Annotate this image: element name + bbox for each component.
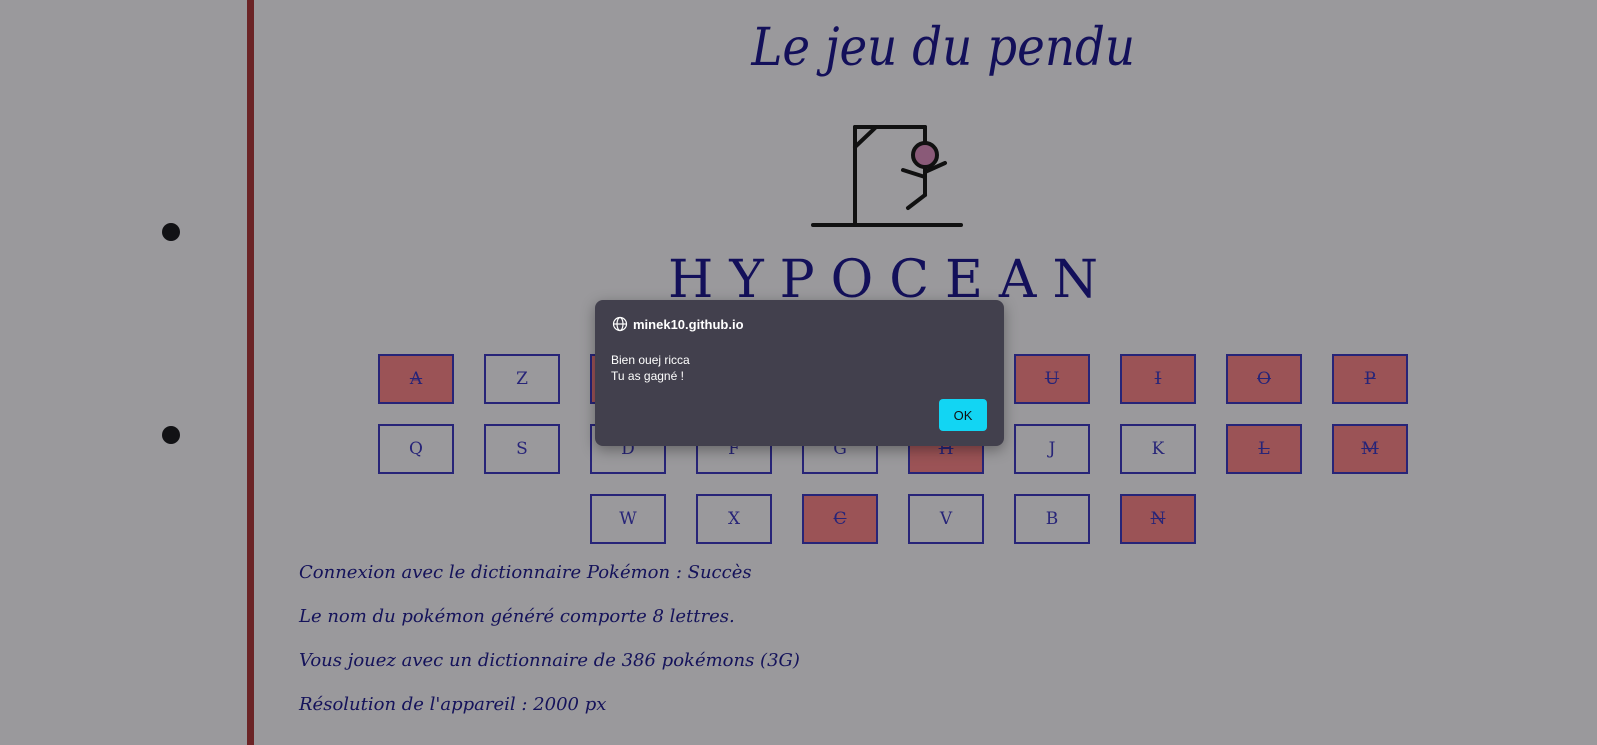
letter-key-b[interactable]: B <box>1014 494 1090 544</box>
dialog-origin-text: minek10.github.io <box>633 316 744 332</box>
binder-hole <box>162 223 180 241</box>
word-letter: N <box>1052 250 1098 310</box>
word-letter: A <box>998 250 1037 310</box>
letter-key-w[interactable]: W <box>590 494 666 544</box>
letter-key-s[interactable]: S <box>484 424 560 474</box>
letter-key-x[interactable]: X <box>696 494 772 544</box>
connection-status: Connexion avec le dictionnaire Pokémon :… <box>299 562 752 583</box>
letter-key-p[interactable]: P <box>1332 354 1408 404</box>
letter-key-i[interactable]: I <box>1120 354 1196 404</box>
letter-key-k[interactable]: K <box>1120 424 1196 474</box>
letter-key-a[interactable]: A <box>378 354 454 404</box>
dialog-message: Bien ouej ricca Tu as gagné ! <box>611 352 690 384</box>
binder-hole <box>162 426 180 444</box>
notebook-margin-line <box>247 0 254 745</box>
letter-key-o[interactable]: O <box>1226 354 1302 404</box>
letters-count-text: Le nom du pokémon généré comporte 8 lett… <box>299 606 735 627</box>
hangman-head <box>911 141 939 169</box>
hangman-arm <box>901 168 927 179</box>
hangman-leg <box>906 193 927 210</box>
hangman-drawing <box>811 125 963 227</box>
letter-key-z[interactable]: Z <box>484 354 560 404</box>
globe-icon <box>612 316 628 332</box>
letter-key-v[interactable]: V <box>908 494 984 544</box>
letter-key-m[interactable]: M <box>1332 424 1408 474</box>
dictionary-text: Vous jouez avec un dictionnaire de 386 p… <box>299 650 800 671</box>
dialog-message-line: Bien ouej ricca <box>611 353 690 367</box>
letter-key-n[interactable]: N <box>1120 494 1196 544</box>
alert-dialog: minek10.github.io Bien ouej ricca Tu as … <box>595 300 1004 446</box>
letter-key-u[interactable]: U <box>1014 354 1090 404</box>
letter-key-j[interactable]: J <box>1014 424 1090 474</box>
resolution-text: Résolution de l'appareil : 2000 px <box>299 694 607 715</box>
letter-key-q[interactable]: Q <box>378 424 454 474</box>
page-title: Le jeu du pendu <box>751 18 1136 78</box>
dialog-message-line: Tu as gagné ! <box>611 369 684 383</box>
dialog-origin: minek10.github.io <box>612 316 744 332</box>
letter-key-l[interactable]: L <box>1226 424 1302 474</box>
ok-button[interactable]: OK <box>939 399 987 431</box>
gallows-brace <box>853 126 877 149</box>
letter-key-c[interactable]: C <box>802 494 878 544</box>
